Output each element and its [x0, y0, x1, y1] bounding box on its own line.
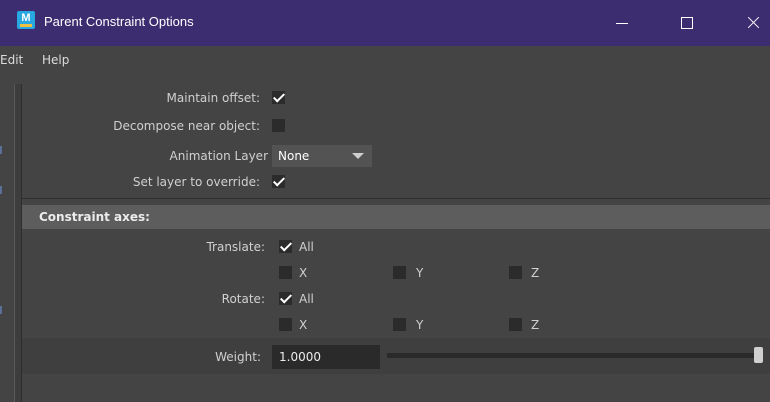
rotate-z-checkbox[interactable] — [509, 318, 522, 331]
weight-slider-handle[interactable] — [754, 347, 763, 363]
section-title: Constraint axes: — [39, 210, 150, 224]
rotate-all-label: All — [299, 292, 314, 306]
decompose-near-object-checkbox[interactable] — [272, 119, 285, 132]
weight-value: 1.0000 — [279, 350, 321, 364]
maya-app-icon — [17, 11, 35, 29]
animation-layer-label: Animation Layer — [169, 149, 268, 163]
chevron-down-icon — [352, 153, 364, 159]
translate-y-label: Y — [416, 266, 424, 280]
animation-layer-dropdown[interactable]: None — [272, 145, 372, 167]
frame-marker — [0, 146, 2, 154]
set-layer-to-override-checkbox[interactable] — [272, 175, 285, 188]
weight-slider-track[interactable] — [387, 353, 761, 358]
set-layer-to-override-label: Set layer to override: — [132, 175, 260, 189]
translate-y-checkbox[interactable] — [393, 266, 406, 279]
menu-edit[interactable]: Edit — [0, 53, 23, 67]
translate-z-label: Z — [531, 266, 540, 280]
translate-all-checkbox[interactable] — [279, 240, 292, 253]
close-icon[interactable] — [738, 8, 768, 36]
menu-help[interactable]: Help — [42, 53, 69, 67]
weight-label: Weight: — [215, 350, 261, 364]
translate-z-checkbox[interactable] — [509, 266, 522, 279]
menu-bar: Edit Help — [0, 46, 770, 72]
maximize-icon[interactable] — [672, 8, 702, 36]
rotate-z-label: Z — [531, 318, 540, 332]
section-divider — [22, 198, 770, 199]
weight-input[interactable]: 1.0000 — [272, 345, 380, 369]
translate-all-label: All — [299, 240, 314, 254]
translate-label: Translate: — [206, 240, 265, 254]
rotate-y-label: Y — [416, 318, 424, 332]
maintain-offset-checkbox[interactable] — [272, 91, 285, 104]
rotate-label: Rotate: — [221, 292, 265, 306]
constraint-axes-header[interactable]: Constraint axes: — [22, 205, 770, 229]
weight-slider-fill — [387, 353, 761, 358]
maintain-offset-label: Maintain offset: — [166, 91, 260, 105]
window-title: Parent Constraint Options — [44, 14, 194, 29]
decompose-near-object-label: Decompose near object: — [113, 119, 260, 133]
rotate-x-checkbox[interactable] — [279, 318, 292, 331]
frame-marker — [0, 186, 2, 194]
rotate-x-label: X — [299, 318, 308, 332]
translate-x-label: X — [299, 266, 308, 280]
minimize-icon[interactable] — [608, 8, 638, 36]
title-bar: Parent Constraint Options — [0, 0, 770, 46]
translate-x-checkbox[interactable] — [279, 266, 292, 279]
frame-left-edge — [14, 84, 22, 402]
rotate-all-checkbox[interactable] — [279, 292, 292, 305]
frame-marker — [0, 306, 2, 314]
animation-layer-value: None — [278, 149, 310, 163]
rotate-y-checkbox[interactable] — [393, 318, 406, 331]
